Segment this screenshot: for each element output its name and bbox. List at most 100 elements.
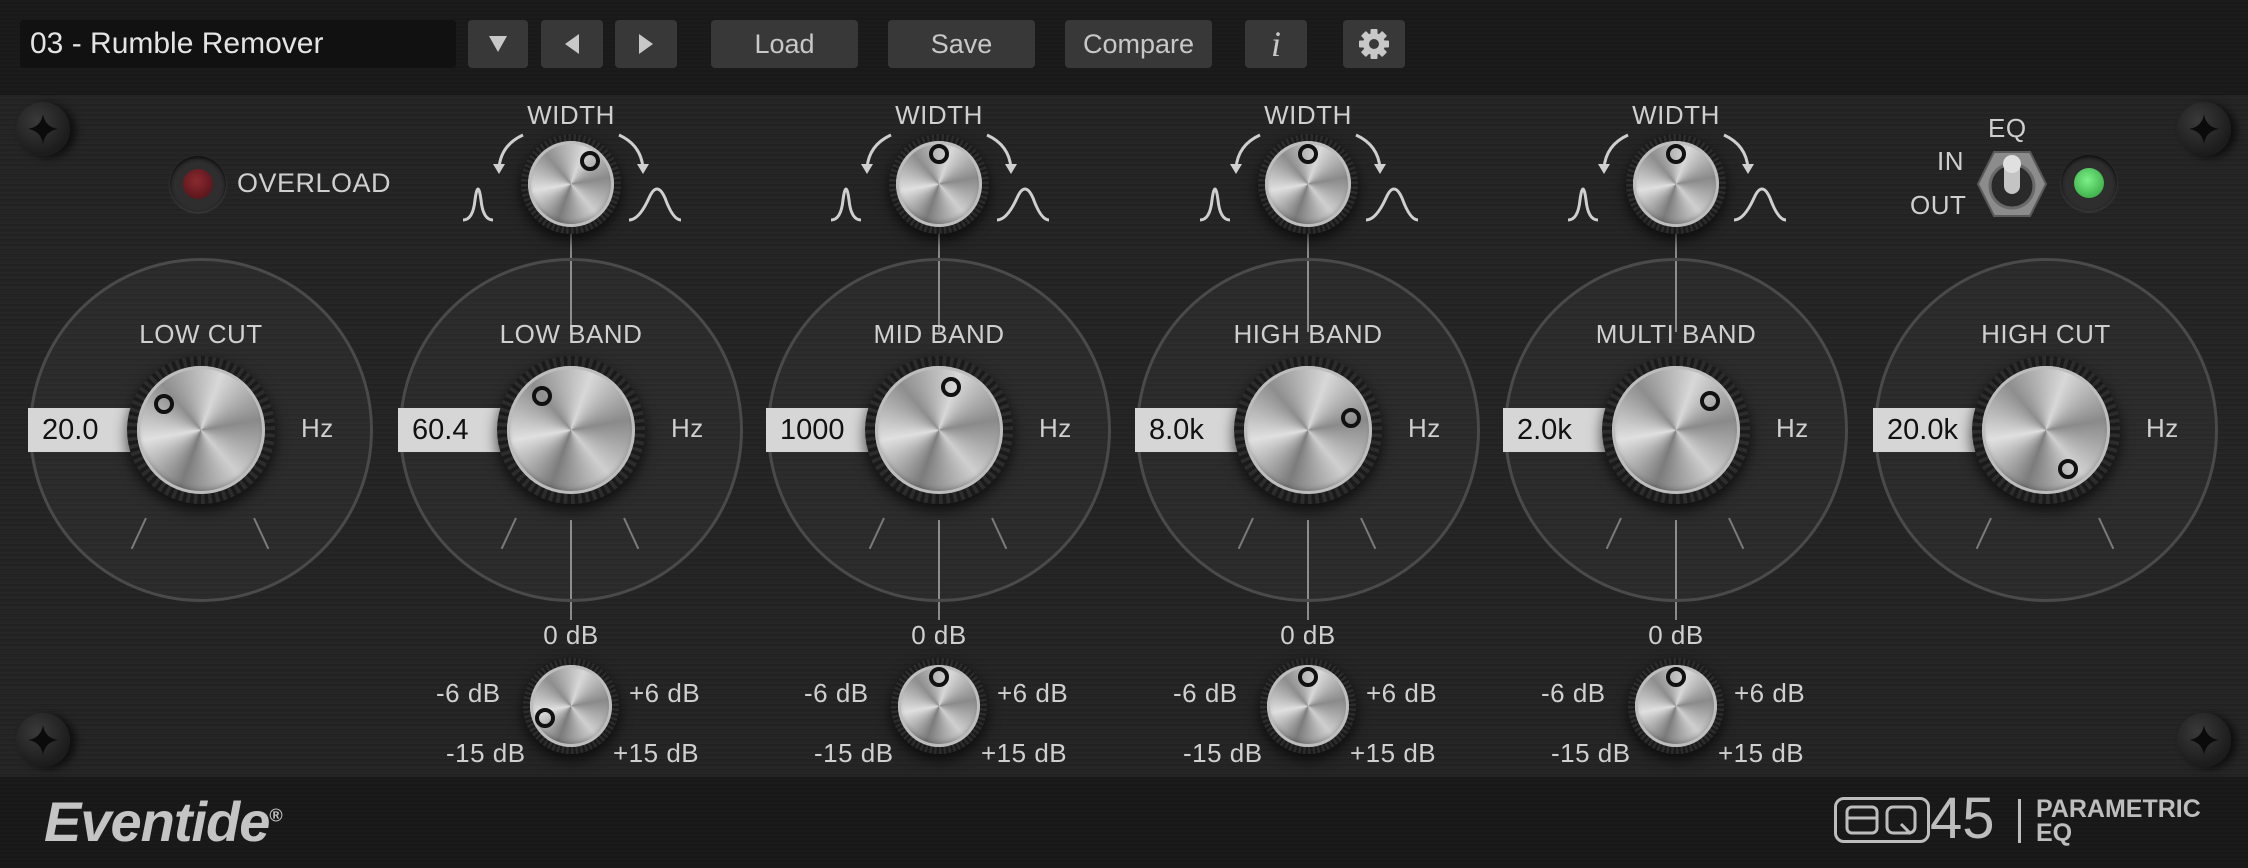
preset-name-field[interactable]: 03 - Rumble Remover <box>20 20 456 68</box>
multi-band-gain-plus15-label: +15 dB <box>1718 738 1805 768</box>
eq-active-lamp <box>2074 168 2104 198</box>
overload-label: OVERLOAD <box>237 168 392 198</box>
product-subtitle-line1: PARAMETRIC <box>2036 795 2201 823</box>
screw-icon <box>28 725 58 755</box>
screw-icon <box>2189 725 2219 755</box>
high-band-gain-plus15-label: +15 dB <box>1350 738 1437 768</box>
high-cut-frequency-value[interactable]: 20.0k <box>1873 408 1983 452</box>
high-band-gain-plus6-label: +6 dB <box>1366 678 1438 708</box>
screw-bottom-right <box>2177 713 2231 767</box>
low-cut-frequency-knob[interactable] <box>127 356 275 504</box>
high-band-width-curves-icon <box>1199 133 1418 222</box>
high-band-gain-minus6-label: -6 dB <box>1173 678 1238 708</box>
low-cut-title: LOW CUT <box>139 319 263 349</box>
knob-cap <box>530 665 612 747</box>
eq-glyph-icon <box>1845 805 1917 836</box>
multi-band-frequency-knob[interactable] <box>1602 356 1750 504</box>
mid-band-frequency-value[interactable]: 1000 <box>766 408 876 452</box>
product-subtitle: PARAMETRIC EQ <box>2036 795 2201 847</box>
low-band-width-label: WIDTH <box>527 100 615 130</box>
screw-top-left <box>16 102 70 156</box>
knob-cap <box>1244 366 1372 494</box>
high-band-width-label: WIDTH <box>1264 100 1352 130</box>
mid-band-gain-plus6-label: +6 dB <box>997 678 1069 708</box>
triangle-down-icon <box>489 36 507 52</box>
high-band-unit-label: Hz <box>1408 413 1441 443</box>
screw-icon <box>28 114 58 144</box>
brand-name: Eventide <box>44 790 270 853</box>
footer: Eventide® 45 PARAMETRIC EQ <box>0 777 2248 868</box>
high-band-gain-knob[interactable] <box>1260 658 1356 754</box>
mid-band-gain-0db-label: 0 dB <box>911 620 967 650</box>
multi-band-title: MULTI BAND <box>1595 319 1757 349</box>
previous-preset-button[interactable] <box>541 20 603 68</box>
multi-band-gain-plus6-label: +6 dB <box>1734 678 1806 708</box>
mid-band-frequency-knob[interactable] <box>865 356 1013 504</box>
low-band-frequency-knob[interactable] <box>497 356 645 504</box>
eq-bypass-toggle-switch[interactable] <box>1976 150 2048 218</box>
multi-band-width-label: WIDTH <box>1632 100 1720 130</box>
multi-band-unit-label: Hz <box>1776 413 1809 443</box>
compare-button[interactable]: Compare <box>1065 20 1212 68</box>
save-button[interactable]: Save <box>888 20 1035 68</box>
preset-dropdown-button[interactable] <box>468 20 528 68</box>
low-band-title: LOW BAND <box>499 319 643 349</box>
multi-band-gain-minus15-label: -15 dB <box>1551 738 1631 768</box>
low-cut-unit-label: Hz <box>301 413 334 443</box>
high-band-gain-0db-label: 0 dB <box>1280 620 1336 650</box>
info-button[interactable]: i <box>1245 20 1307 68</box>
knob-indicator <box>534 708 555 729</box>
eventide-logo: Eventide® <box>44 789 283 854</box>
eq-out-label: OUT <box>1910 190 1967 220</box>
next-preset-button[interactable] <box>615 20 677 68</box>
high-band-gain-minus15-label: -15 dB <box>1183 738 1263 768</box>
knob-cap <box>507 366 635 494</box>
high-band-frequency-knob[interactable] <box>1234 356 1382 504</box>
knob-indicator <box>532 385 553 406</box>
info-icon: i <box>1270 24 1281 64</box>
low-cut-frequency-value[interactable]: 20.0 <box>28 408 138 452</box>
settings-button[interactable] <box>1343 20 1405 68</box>
eq-switch-title: EQ <box>1988 113 2027 143</box>
mid-band-gain-minus15-label: -15 dB <box>814 738 894 768</box>
multi-band-gain-knob[interactable] <box>1628 658 1724 754</box>
mid-band-width-curves-icon <box>830 133 1049 222</box>
screw-bottom-left <box>16 713 70 767</box>
low-band-gain-minus15-label: -15 dB <box>446 738 526 768</box>
low-band-frequency-value[interactable]: 60.4 <box>398 408 508 452</box>
low-band-gain-minus6-label: -6 dB <box>436 678 501 708</box>
triangle-right-icon <box>639 34 653 54</box>
load-button[interactable]: Load <box>711 20 858 68</box>
eq-in-label: IN <box>1937 146 1964 176</box>
triangle-left-icon <box>565 34 579 54</box>
overload-lamp <box>183 169 213 199</box>
mid-band-gain-knob[interactable] <box>891 658 987 754</box>
low-band-gain-0db-label: 0 dB <box>543 620 599 650</box>
mid-band-width-label: WIDTH <box>895 100 983 130</box>
overload-led <box>170 156 226 212</box>
screw-icon <box>2189 114 2219 144</box>
logo-divider <box>2018 799 2021 843</box>
product-number: 45 <box>1930 786 1995 851</box>
low-band-gain-plus15-label: +15 dB <box>613 738 700 768</box>
high-band-frequency-value[interactable]: 8.0k <box>1135 408 1245 452</box>
toolbar: 03 - Rumble Remover Load Save Compare i <box>0 0 2248 94</box>
product-subtitle-line2: EQ <box>2036 819 2073 847</box>
gear-icon <box>1359 29 1389 59</box>
knob-cap <box>875 366 1003 494</box>
high-cut-frequency-knob[interactable] <box>1972 356 2120 504</box>
low-band-width-curves-icon <box>462 133 681 222</box>
knob-cap <box>1612 366 1740 494</box>
high-cut-title: HIGH CUT <box>1981 319 2111 349</box>
mid-band-title: MID BAND <box>873 319 1005 349</box>
knob-indicator <box>940 376 961 397</box>
low-band-unit-label: Hz <box>671 413 704 443</box>
knob-cap <box>1982 366 2110 494</box>
eq-logo-icon <box>1834 797 1930 843</box>
multi-band-frequency-value[interactable]: 2.0k <box>1503 408 1613 452</box>
low-band-gain-knob[interactable] <box>523 658 619 754</box>
mid-band-gain-plus15-label: +15 dB <box>981 738 1068 768</box>
multi-band-gain-0db-label: 0 dB <box>1648 620 1704 650</box>
multi-band-width-curves-icon <box>1567 133 1786 222</box>
high-band-title: HIGH BAND <box>1233 319 1383 349</box>
